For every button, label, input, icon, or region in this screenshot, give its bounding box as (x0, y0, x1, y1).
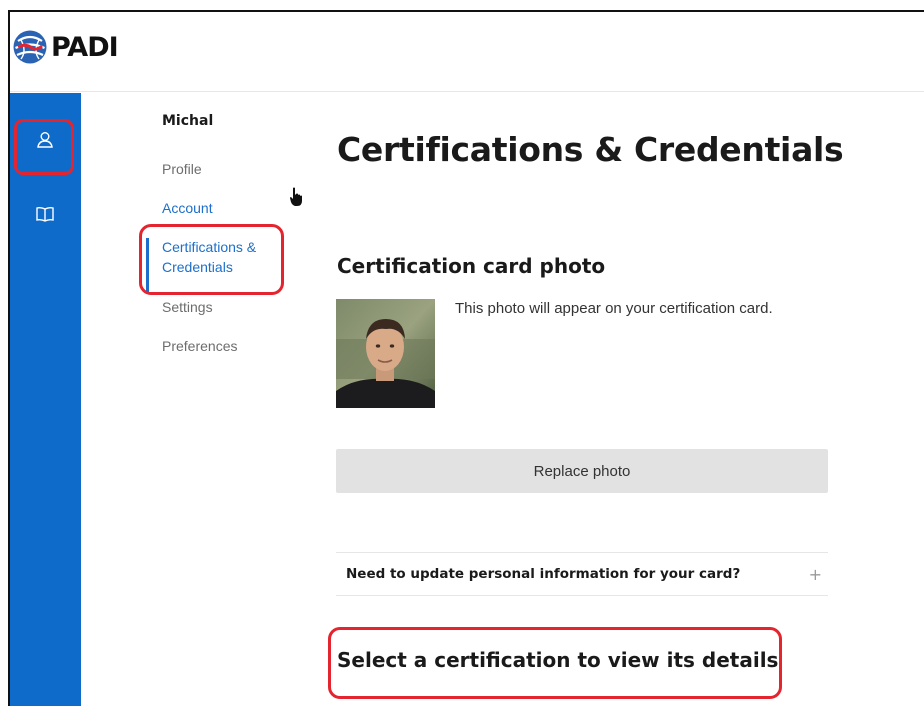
user-name: Michal (162, 113, 214, 129)
globe-logo-icon (13, 30, 47, 64)
subnav-item-preferences[interactable]: Preferences (162, 336, 237, 356)
plus-icon[interactable]: + (809, 565, 822, 584)
subnav-item-settings[interactable]: Settings (162, 297, 213, 317)
rail-item-profile[interactable] (22, 125, 68, 155)
logo-wordmark: PADI (51, 31, 119, 63)
accordion-question: Need to update personal information for … (346, 566, 741, 582)
highlight-box-certifications (139, 224, 284, 295)
portrait-image (336, 299, 435, 408)
page-title: Certifications & Credentials (337, 130, 844, 169)
side-rail (10, 93, 81, 706)
replace-photo-button[interactable]: Replace photo (336, 449, 828, 493)
select-certification-heading: Select a certification to view its detai… (337, 648, 779, 672)
top-bar: PADI (10, 12, 924, 92)
personal-info-accordion[interactable]: Need to update personal information for … (336, 552, 828, 596)
subnav-item-account[interactable]: Account (162, 198, 213, 218)
photo-description: This photo will appear on your certifica… (455, 300, 773, 317)
certification-photo (336, 299, 435, 408)
app-window: PADI Michal Profile Account Certificatio… (8, 10, 924, 706)
user-icon (37, 132, 53, 148)
hand-cursor-icon (290, 187, 302, 206)
photo-section-heading: Certification card photo (337, 254, 606, 278)
subnav-item-profile[interactable]: Profile (162, 159, 202, 179)
rail-item-logbook[interactable] (22, 199, 68, 229)
book-icon (36, 206, 54, 222)
padi-logo[interactable]: PADI (12, 29, 119, 65)
